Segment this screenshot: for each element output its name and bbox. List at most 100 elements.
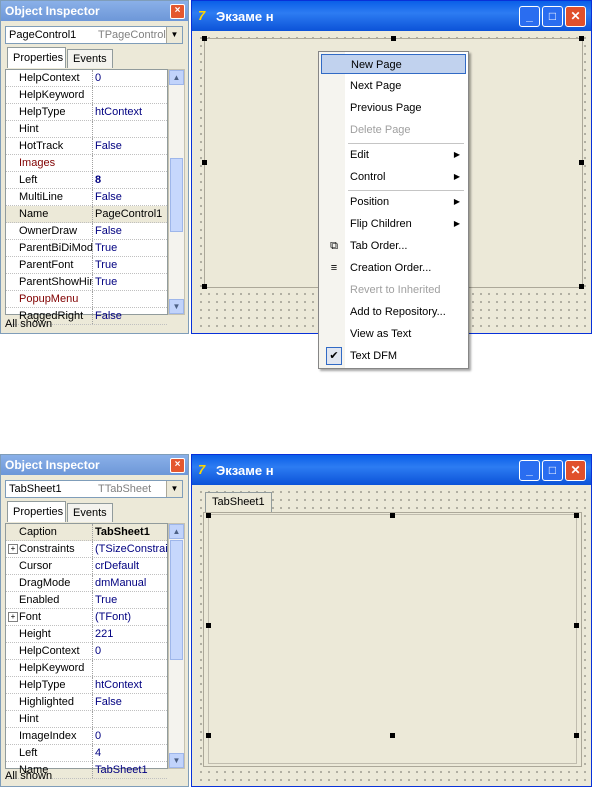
chevron-down-icon[interactable]: ▼ [166, 27, 182, 43]
property-row-selected[interactable]: Name PageControl1 [6, 206, 167, 223]
property-value[interactable]: 0 [95, 645, 167, 657]
selection-handle[interactable] [206, 733, 211, 738]
tab-properties[interactable]: Properties [7, 47, 66, 68]
property-row[interactable]: DragMode dmManual [6, 575, 167, 592]
menu-item-text-dfm[interactable]: ✔ Text DFM [321, 346, 466, 366]
minimize-button[interactable]: _ [519, 6, 540, 27]
property-value[interactable]: False [95, 225, 167, 237]
menu-item-control[interactable]: Control ▶ [321, 167, 466, 187]
property-value[interactable]: 221 [95, 628, 167, 640]
expand-icon[interactable]: + [8, 544, 18, 554]
property-value[interactable]: dmManual [95, 577, 167, 589]
property-row[interactable]: Height 221 [6, 626, 167, 643]
property-row[interactable]: ParentBiDiMode True [6, 240, 167, 257]
tab-events[interactable]: Events [67, 503, 113, 522]
property-row[interactable]: Left 4 [6, 745, 167, 762]
property-value[interactable]: False [95, 696, 167, 708]
property-value[interactable]: True [95, 242, 167, 254]
selection-handle[interactable] [390, 513, 395, 518]
selection-handle[interactable] [206, 513, 211, 518]
selection-handle[interactable] [579, 284, 584, 289]
property-row[interactable]: ParentFont True [6, 257, 167, 274]
property-row[interactable]: HelpKeyword [6, 87, 167, 104]
property-row[interactable]: MultiLine False [6, 189, 167, 206]
expand-icon[interactable]: + [8, 612, 18, 622]
scroll-down-icon[interactable]: ▼ [169, 299, 184, 314]
property-value[interactable]: htContext [95, 106, 167, 118]
property-value[interactable]: True [95, 594, 167, 606]
property-row[interactable]: HelpContext 0 [6, 643, 167, 660]
selection-handle[interactable] [574, 513, 579, 518]
tab-sheet-caption[interactable]: TabSheet1 [205, 492, 272, 512]
menu-item-new-page[interactable]: New Page [321, 54, 466, 74]
menu-item-previous-page[interactable]: Previous Page [321, 98, 466, 118]
menu-item-position[interactable]: Position ▶ [321, 192, 466, 212]
selection-handle[interactable] [206, 623, 211, 628]
maximize-button[interactable]: □ [542, 460, 563, 481]
property-value[interactable]: TabSheet1 [95, 764, 167, 776]
tab-sheet[interactable] [208, 514, 577, 764]
property-row[interactable]: Left 8 [6, 172, 167, 189]
property-row[interactable]: ParentShowHint True [6, 274, 167, 291]
selection-handle[interactable] [390, 733, 395, 738]
scroll-up-icon[interactable]: ▲ [169, 524, 184, 539]
menu-item-flip-children[interactable]: Flip Children ▶ [321, 214, 466, 234]
selection-handle[interactable] [579, 160, 584, 165]
scroll-up-icon[interactable]: ▲ [169, 70, 184, 85]
property-value[interactable]: True [95, 259, 167, 271]
component-selector[interactable]: PageControl1 TPageControl ▼ [5, 26, 183, 44]
property-value[interactable]: TabSheet1 [95, 526, 167, 538]
scroll-thumb[interactable] [170, 158, 183, 232]
close-button[interactable]: ✕ [565, 6, 586, 27]
property-row[interactable]: Highlighted False [6, 694, 167, 711]
menu-item-view-as-text[interactable]: View as Text [321, 324, 466, 344]
inspector-title-bar[interactable]: Object Inspector × [1, 1, 188, 21]
property-row[interactable]: Hint [6, 711, 167, 728]
tab-events[interactable]: Events [67, 49, 113, 68]
property-row[interactable]: HelpContext 0 [6, 70, 167, 87]
property-row[interactable]: HotTrack False [6, 138, 167, 155]
property-row[interactable]: Enabled True [6, 592, 167, 609]
property-value[interactable]: 0 [95, 72, 167, 84]
property-row[interactable]: +Constraints (TSizeConstraints) [6, 541, 167, 558]
property-row[interactable]: + Font (TFont) [6, 609, 167, 626]
property-row[interactable]: Images [6, 155, 167, 172]
menu-item-next-page[interactable]: Next Page [321, 76, 466, 96]
property-value[interactable]: 8 [95, 174, 167, 186]
minimize-button[interactable]: _ [519, 460, 540, 481]
property-value[interactable]: htContext [95, 679, 167, 691]
window-title-bar[interactable]: 7 Экзаме н _ □ ✕ [192, 1, 591, 31]
property-scrollbar[interactable]: ▲ ▼ [168, 523, 185, 769]
selection-handle[interactable] [202, 36, 207, 41]
property-row[interactable]: HelpType htContext [6, 677, 167, 694]
menu-item-creation-order[interactable]: ≡ Creation Order... [321, 258, 466, 278]
scroll-down-icon[interactable]: ▼ [169, 753, 184, 768]
component-selector[interactable]: TabSheet1 TTabSheet ▼ [5, 480, 183, 498]
window-title-bar[interactable]: 7 Экзаме н _ □ ✕ [192, 455, 591, 485]
property-row[interactable]: PopupMenu [6, 291, 167, 308]
property-value[interactable]: 4 [95, 747, 167, 759]
property-value[interactable]: False [95, 310, 167, 322]
selection-handle[interactable] [574, 623, 579, 628]
property-row[interactable]: HelpKeyword [6, 660, 167, 677]
property-value[interactable]: False [95, 140, 167, 152]
scroll-thumb[interactable] [170, 540, 183, 660]
property-value[interactable]: (TSizeConstraints) [95, 543, 167, 555]
property-value[interactable]: True [95, 276, 167, 288]
menu-item-add-to-repository[interactable]: Add to Repository... [321, 302, 466, 322]
property-row[interactable]: Hint [6, 121, 167, 138]
maximize-button[interactable]: □ [542, 6, 563, 27]
close-button[interactable]: ✕ [565, 460, 586, 481]
property-scrollbar[interactable]: ▲ ▼ [168, 69, 185, 315]
property-row[interactable]: Cursor crDefault [6, 558, 167, 575]
selection-handle[interactable] [202, 284, 207, 289]
property-value[interactable]: 0 [95, 730, 167, 742]
property-value[interactable]: PageControl1 [95, 208, 167, 220]
form-design-surface[interactable]: TabSheet1 [195, 486, 588, 783]
inspector-title-bar[interactable]: Object Inspector × [1, 455, 188, 475]
selection-handle[interactable] [391, 36, 396, 41]
close-icon[interactable]: × [170, 458, 185, 473]
property-value[interactable]: crDefault [95, 560, 167, 572]
property-row[interactable]: OwnerDraw False [6, 223, 167, 240]
tab-properties[interactable]: Properties [7, 501, 66, 522]
